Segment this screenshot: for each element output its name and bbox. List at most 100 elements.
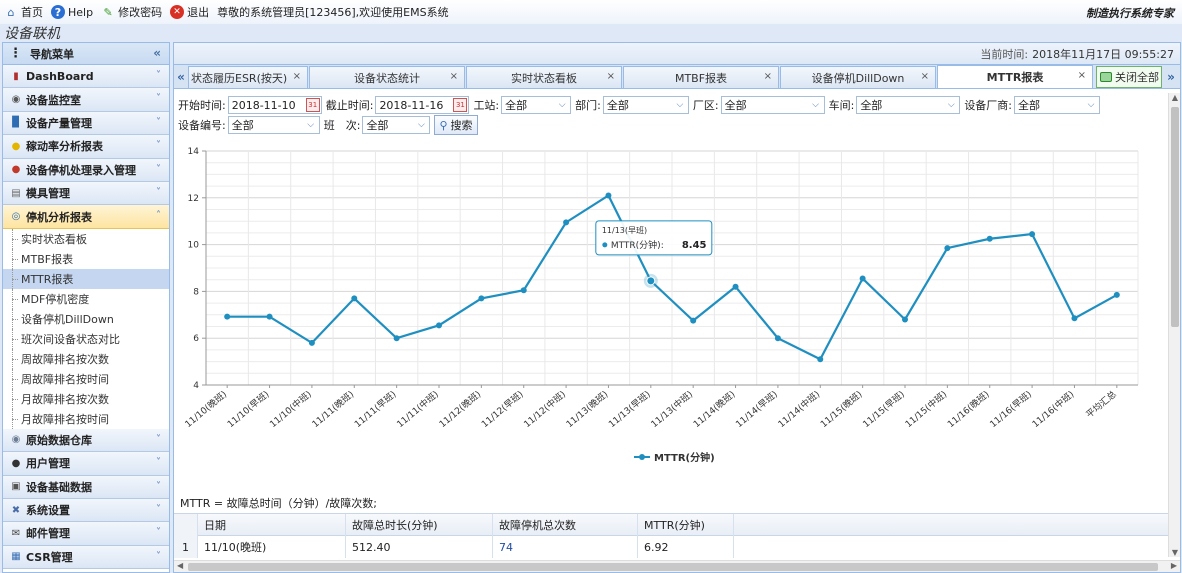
search-button[interactable]: ⚲ 搜索 [434,115,478,135]
plant-select[interactable]: 全部 ⌵ [720,96,825,114]
tab-label: 设备停机DillDown [811,71,905,85]
sidebar-group[interactable]: ● 稼动率分析报表 ˅ [3,135,169,159]
help-link[interactable]: ? Help [51,5,93,19]
scroll-up-icon[interactable]: ▲ [1169,93,1181,102]
y-tick-label: 14 [188,147,200,157]
sidebar-group[interactable]: ✖ 系统设置 ˅ [3,498,169,523]
scroll-right-icon[interactable]: ▶ [1171,561,1177,570]
row-number-header [174,513,198,536]
tab-scroll-right-icon[interactable]: » [1164,66,1178,88]
data-point [563,219,570,226]
cell-count: 74 [493,536,638,558]
tab[interactable]: MTBF报表 × [623,66,779,88]
logout-link[interactable]: ✕ 退出 [170,4,209,20]
tooltip-marker [602,242,608,248]
sidebar-group-label: CSR管理 [26,550,73,564]
start-time-input[interactable]: 2018-11-10 31 [227,96,322,114]
column-header[interactable]: 故障总时长(分钟) [346,513,493,536]
chevron-down-icon: ⌵ [418,120,425,130]
tab[interactable]: 状态履历ESR(按天) × [188,66,308,88]
horizontal-scrollbar[interactable]: ◀ ▶ [174,560,1180,572]
sidebar-subitem[interactable]: 班次间设备状态对比 [3,328,169,349]
sidebar-group-label: 稼动率分析报表 [26,140,103,154]
sidebar-subitem[interactable]: 月故障排名按时间 [3,408,169,429]
sidebar-group[interactable]: ▦ CSR管理 ˅ [3,545,169,570]
sidebar-subitem[interactable]: MTTR报表 [3,268,169,289]
dept-select[interactable]: 全部 ⌵ [602,96,689,114]
tab-label: 实时状态看板 [511,71,577,85]
sidebar-group[interactable]: ▉ 设备产量管理 ˅ [3,111,169,136]
end-time-input[interactable]: 2018-11-16 31 [375,96,470,114]
collapse-sidebar-icon[interactable]: « [153,46,161,60]
y-tick-label: 12 [188,194,199,204]
sidebar-group[interactable]: ▮ DashBoard ˅ [3,65,169,89]
sidebar-subitem[interactable]: 设备停机DillDown [3,308,169,329]
home-link[interactable]: ⌂ 首页 [4,4,44,20]
calendar-icon[interactable]: 31 [453,98,468,112]
table-row[interactable]: 1 11/10(晚班) 512.40 74 6.92 [174,536,1168,558]
sidebar-group[interactable]: ◉ 设备监控室 ˅ [3,88,169,112]
bar-chart-icon: ▉ [12,117,20,129]
mttr-chart-svg: 46810121411/10(晚班)11/10(早班)11/10(中班)11/1… [182,147,1139,464]
sidebar-subitem[interactable]: MDF停机密度 [3,288,169,309]
welcome-text: 尊敬的系统管理员[123456],欢迎使用EMS系统 [217,6,449,19]
sidebar-subitem[interactable]: 实时状态看板 [3,228,169,249]
close-tab-icon[interactable]: × [1078,70,1086,81]
sidebar-subitem[interactable]: MTBF报表 [3,248,169,269]
sidebar-group[interactable]: ◎ 停机分析报表 ˄ [3,205,169,229]
close-tab-icon[interactable]: × [607,71,615,82]
sidebar-group[interactable]: ◉ 原始数据仓库 ˅ [3,428,169,453]
station-select[interactable]: 全部 ⌵ [501,96,572,114]
device-select[interactable]: 全部 ⌵ [227,116,320,134]
close-tab-icon[interactable]: × [921,71,929,82]
scroll-left-icon[interactable]: ◀ [177,561,183,570]
vertical-scroll-thumb[interactable] [1171,107,1179,327]
app-subtitle: 设备联机 [4,26,60,42]
change-password-link[interactable]: ✎ 修改密码 [101,4,162,20]
plant-value: 全部 [724,99,747,112]
sidebar-group[interactable]: ▣ 设备基础数据 ˅ [3,475,169,499]
data-point [859,275,866,282]
count-link[interactable]: 74 [499,541,513,554]
mold-icon: ▤ [11,187,21,199]
calendar-icon[interactable]: 31 [305,98,320,112]
chevron-down-icon: ⌵ [1087,100,1095,110]
device-label: 设备编号: [178,119,226,132]
sidebar-subitem[interactable]: 月故障排名按次数 [3,388,169,409]
column-header[interactable]: 故障停机总次数 [493,513,638,536]
sidebar-group[interactable]: ▤ 模具管理 ˅ [3,181,169,206]
column-header[interactable]: 日期 [198,513,346,536]
data-point [266,313,273,320]
close-tab-icon[interactable]: × [450,71,458,82]
shift-select[interactable]: 全部 ⌵ [362,116,431,134]
close-tab-icon[interactable]: × [764,71,772,82]
database-icon: ◉ [11,434,21,446]
tab-scroll-left-icon[interactable]: « [174,66,188,88]
horizontal-scroll-thumb[interactable] [188,563,1158,571]
sidebar-group[interactable]: ✉ 邮件管理 ˅ [3,522,169,546]
tab[interactable]: MTTR报表 × [937,65,1093,88]
home-label: 首页 [21,6,43,19]
sidebar-group[interactable]: ● 用户管理 ˅ [3,452,169,476]
sidebar-header: ⋮ 导航菜单 « [3,43,169,65]
sidebar-subitem[interactable]: 周故障排名按时间 [3,368,169,389]
sidebar-group[interactable]: ● 设备停机处理录入管理 ˅ [3,158,169,182]
chevron-down-icon: ⌵ [558,100,566,110]
legend-marker [639,454,645,460]
close-all-tabs-button[interactable]: 关闭全部 [1096,66,1162,88]
mttr-chart: 4 6 8 10 12 14 11/10(晚班) 11/10(早班) 11/10(中班) 11/1… [174,137,1180,492]
tab[interactable]: 设备状态统计 × [309,66,465,88]
tab[interactable]: 设备停机DillDown × [780,66,936,88]
sidebar-subitem[interactable]: 周故障排名按次数 [3,348,169,369]
x-tick-label: 11/12(中班) [521,388,568,430]
tab[interactable]: 实时状态看板 × [466,66,622,88]
maker-select[interactable]: 全部 ⌵ [1014,96,1101,114]
column-header[interactable]: MTTR(分钟) [638,513,734,536]
main-panel: 当前时间: 2018年11月17日 09:55:27 « 状态履历ESR(按天)… [173,42,1181,573]
row-number: 1 [174,536,198,558]
close-tab-icon[interactable]: × [293,71,301,82]
scroll-down-icon[interactable]: ▼ [1169,548,1181,557]
chevron-down-icon: ˅ [156,527,161,539]
workshop-select[interactable]: 全部 ⌵ [856,96,961,114]
vertical-scrollbar[interactable]: ▲ ▼ [1168,93,1180,557]
